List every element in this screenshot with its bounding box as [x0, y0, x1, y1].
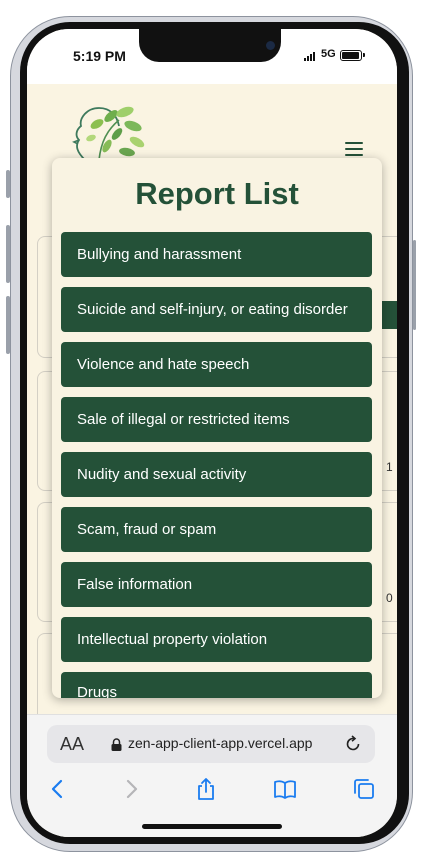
signal-bars-icon — [304, 51, 318, 61]
background-count: 1 — [386, 460, 393, 474]
bookmarks-icon[interactable] — [273, 777, 297, 801]
report-option-illegal-items[interactable]: Sale of illegal or restricted items — [61, 397, 372, 442]
leaf-head-logo[interactable] — [67, 102, 152, 164]
reload-icon[interactable] — [343, 734, 363, 754]
report-option-drugs[interactable]: Drugs — [61, 672, 372, 698]
home-indicator — [142, 824, 282, 829]
status-time: 5:19 PM — [73, 48, 126, 64]
tabs-icon[interactable] — [352, 777, 376, 801]
address-bar[interactable]: AA zen-app-client-app.vercel.app — [47, 725, 375, 763]
report-option-violence-hate-speech[interactable]: Violence and hate speech — [61, 342, 372, 387]
web-content: 1 0 ...ice Report List Bullying and hara… — [27, 84, 397, 714]
volume-down-button — [6, 225, 10, 283]
report-option-bullying[interactable]: Bullying and harassment — [61, 232, 372, 277]
report-option-suicide-self-injury[interactable]: Suicide and self-injury, or eating disor… — [61, 287, 372, 332]
back-icon[interactable] — [46, 777, 70, 801]
report-option-intellectual-property[interactable]: Intellectual property violation — [61, 617, 372, 662]
mute-switch — [6, 296, 10, 354]
status-bar: 5:19 PM 5G — [27, 29, 397, 84]
lock-icon — [111, 738, 122, 751]
front-camera — [266, 41, 275, 50]
battery-tip — [363, 53, 365, 57]
volume-up-button — [6, 170, 10, 198]
forward-icon[interactable] — [119, 777, 143, 801]
report-option-false-information[interactable]: False information — [61, 562, 372, 607]
background-count: 0 — [386, 591, 393, 605]
report-option-scam-fraud-spam[interactable]: Scam, fraud or spam — [61, 507, 372, 552]
phone-screen: 5:19 PM 5G 1 0 Report List Bullying and … — [27, 29, 397, 837]
report-list-modal: Report List Bullying and harassment Suic… — [52, 158, 382, 698]
report-option-nudity[interactable]: Nudity and sexual activity — [61, 452, 372, 497]
battery-icon — [340, 50, 362, 61]
share-icon[interactable] — [194, 777, 218, 801]
url-text[interactable]: zen-app-client-app.vercel.app — [128, 735, 312, 751]
reader-aa-button[interactable]: AA — [60, 734, 84, 755]
network-label: 5G — [321, 48, 336, 60]
modal-title: Report List — [135, 176, 299, 211]
power-button — [413, 240, 416, 330]
safari-toolbar: AA zen-app-client-app.vercel.app — [27, 714, 397, 837]
notch — [139, 29, 281, 62]
